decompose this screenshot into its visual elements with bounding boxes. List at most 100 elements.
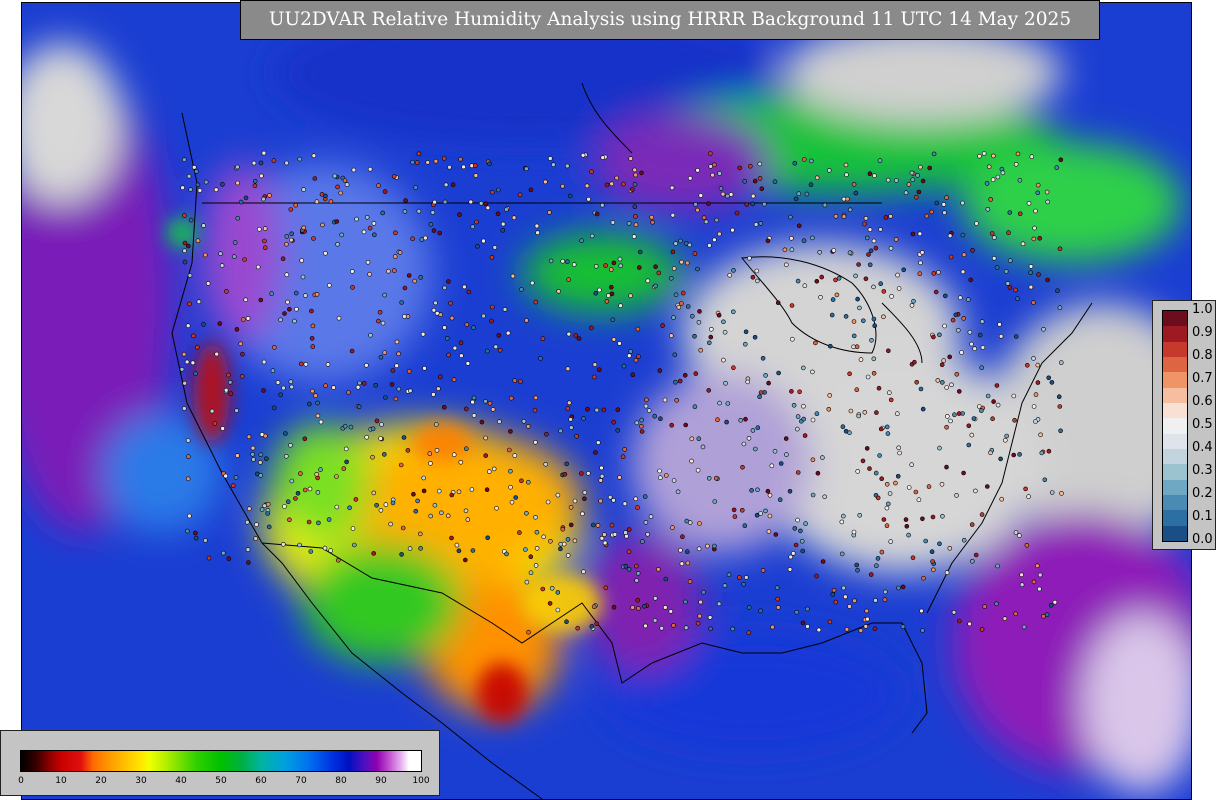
station-ob: [264, 456, 269, 462]
station-ob: [851, 182, 857, 187]
station-ob: [642, 603, 647, 609]
station-ob: [243, 297, 248, 303]
station-ob: [182, 406, 187, 411]
station-ob: [721, 357, 726, 363]
station-ob: [364, 362, 369, 368]
station-ob: [871, 316, 877, 322]
station-ob: [423, 235, 428, 241]
station-ob: [796, 191, 802, 196]
station-ob: [281, 385, 286, 391]
station-ob: [261, 150, 267, 156]
station-ob: [512, 453, 518, 458]
station-ob: [1007, 210, 1013, 215]
station-ob: [600, 155, 606, 160]
station-ob: [917, 231, 923, 237]
station-ob: [203, 538, 208, 543]
station-ob: [903, 517, 909, 522]
obs-tick: 0.5: [1192, 417, 1213, 432]
station-ob: [857, 305, 862, 311]
station-ob: [750, 193, 756, 199]
station-ob: [776, 370, 781, 376]
station-ob: [635, 505, 640, 510]
station-ob: [618, 263, 624, 269]
station-ob: [944, 570, 950, 575]
station-ob: [534, 223, 540, 229]
station-ob: [270, 368, 276, 374]
station-ob: [564, 163, 570, 169]
station-ob: [1029, 154, 1035, 159]
station-ob: [416, 151, 422, 157]
station-ob: [606, 293, 611, 298]
station-ob: [241, 317, 246, 322]
station-ob: [566, 331, 572, 337]
station-ob: [185, 438, 191, 443]
station-ob: [697, 521, 702, 526]
station-ob: [1041, 613, 1046, 619]
station-ob: [368, 332, 373, 338]
station-ob: [638, 423, 644, 429]
station-ob: [743, 575, 749, 580]
station-ob: [950, 317, 956, 323]
station-ob: [608, 267, 614, 272]
station-ob: [556, 288, 561, 294]
station-ob: [182, 380, 187, 386]
station-ob: [893, 237, 899, 242]
station-ob: [875, 556, 881, 561]
station-ob: [673, 292, 679, 298]
station-ob: [533, 439, 538, 445]
station-ob: [674, 397, 680, 403]
station-ob: [675, 489, 681, 495]
station-ob: [293, 496, 298, 501]
station-ob: [633, 496, 639, 502]
station-ob: [757, 176, 763, 181]
station-ob: [599, 473, 605, 479]
station-ob: [752, 178, 758, 184]
station-ob: [670, 525, 675, 530]
station-ob: [873, 470, 879, 476]
station-ob: [436, 386, 441, 392]
station-ob: [186, 173, 192, 179]
station-ob: [301, 187, 307, 192]
station-ob: [405, 448, 411, 453]
station-ob: [349, 269, 355, 274]
station-ob: [658, 416, 663, 422]
station-ob: [1007, 258, 1013, 263]
station-ob: [1012, 417, 1017, 423]
station-ob: [723, 380, 728, 386]
station-ob: [203, 252, 208, 258]
station-ob: [800, 365, 806, 371]
station-ob: [261, 196, 266, 202]
station-ob: [555, 492, 561, 498]
station-ob: [494, 505, 499, 511]
station-ob: [444, 336, 450, 341]
station-ob: [783, 436, 789, 441]
station-ob: [591, 604, 597, 610]
station-ob: [593, 290, 599, 296]
station-ob: [517, 530, 522, 535]
station-ob: [193, 371, 198, 377]
station-ob: [370, 454, 375, 460]
station-ob: [767, 513, 773, 519]
station-ob: [636, 606, 641, 611]
station-ob: [565, 553, 571, 558]
station-ob: [311, 236, 316, 241]
station-ob: [712, 499, 718, 504]
station-ob: [979, 408, 984, 413]
station-ob: [867, 227, 873, 232]
station-ob: [871, 370, 877, 376]
station-ob: [683, 599, 688, 605]
station-ob: [949, 382, 954, 388]
station-ob: [560, 183, 565, 189]
station-ob: [678, 238, 683, 244]
station-ob: [611, 419, 616, 425]
analysis-tick: 30: [135, 776, 147, 786]
station-ob: [334, 504, 340, 510]
station-ob: [706, 340, 712, 346]
station-ob: [896, 445, 902, 451]
station-ob: [393, 230, 398, 236]
station-ob: [900, 584, 906, 590]
station-ob: [1013, 611, 1019, 617]
station-ob: [254, 522, 259, 527]
station-ob: [795, 278, 801, 284]
station-ob: [297, 156, 303, 162]
